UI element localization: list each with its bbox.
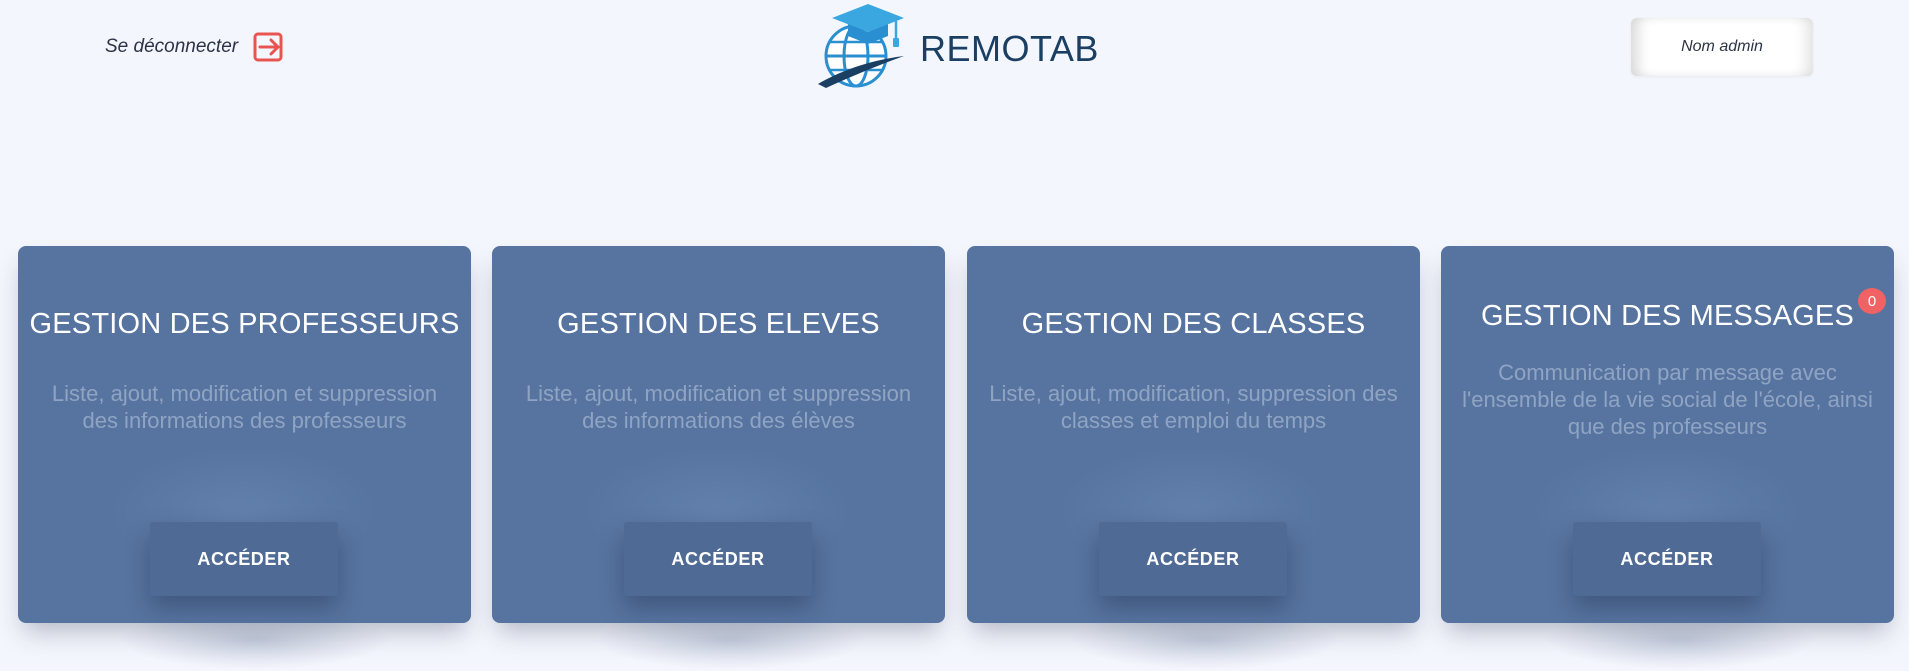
card-description: Liste, ajout, modification et suppressio…	[525, 381, 912, 433]
globe-graduation-cap-icon	[818, 4, 904, 88]
access-messages-button[interactable]: ACCÉDER	[1573, 522, 1761, 596]
admin-name: Nom admin	[1681, 38, 1763, 55]
card-classes-management: GESTION DES CLASSES Liste, ajout, modifi…	[967, 246, 1420, 623]
app-logo: REMOTAB	[812, 0, 1099, 96]
card-title: GESTION DES CLASSES	[1021, 308, 1366, 340]
card-title: GESTION DES ELEVES	[557, 308, 880, 340]
access-teachers-button[interactable]: ACCÉDER	[150, 522, 338, 596]
card-messages-management: GESTION DES MESSAGES Communication par m…	[1441, 246, 1894, 623]
admin-profile[interactable]: Nom admin	[1631, 18, 1813, 76]
card-title: GESTION DES MESSAGES	[1480, 300, 1855, 332]
logo-text: REMOTAB	[920, 28, 1099, 69]
card-title: GESTION DES PROFESSEURS	[29, 308, 460, 340]
logout-arrow-icon	[253, 32, 283, 62]
access-classes-button[interactable]: ACCÉDER	[1099, 522, 1287, 596]
card-description: Liste, ajout, modification, suppression …	[989, 381, 1398, 433]
access-students-button[interactable]: ACCÉDER	[624, 522, 812, 596]
card-teachers-management: GESTION DES PROFESSEURS Liste, ajout, mo…	[18, 246, 471, 623]
card-description: Communication par message avec l'ensembl…	[1462, 360, 1873, 439]
top-header: Se déconnecter REMOTAB Nom admin	[0, 0, 1909, 110]
logout-button[interactable]: Se déconnecter	[105, 30, 284, 64]
card-description: Liste, ajout, modification et suppressio…	[51, 381, 438, 433]
logout-label: Se déconnecter	[105, 36, 239, 57]
unread-messages-badge: 0	[1858, 288, 1886, 314]
card-students-management: GESTION DES ELEVES Liste, ajout, modific…	[492, 246, 945, 623]
